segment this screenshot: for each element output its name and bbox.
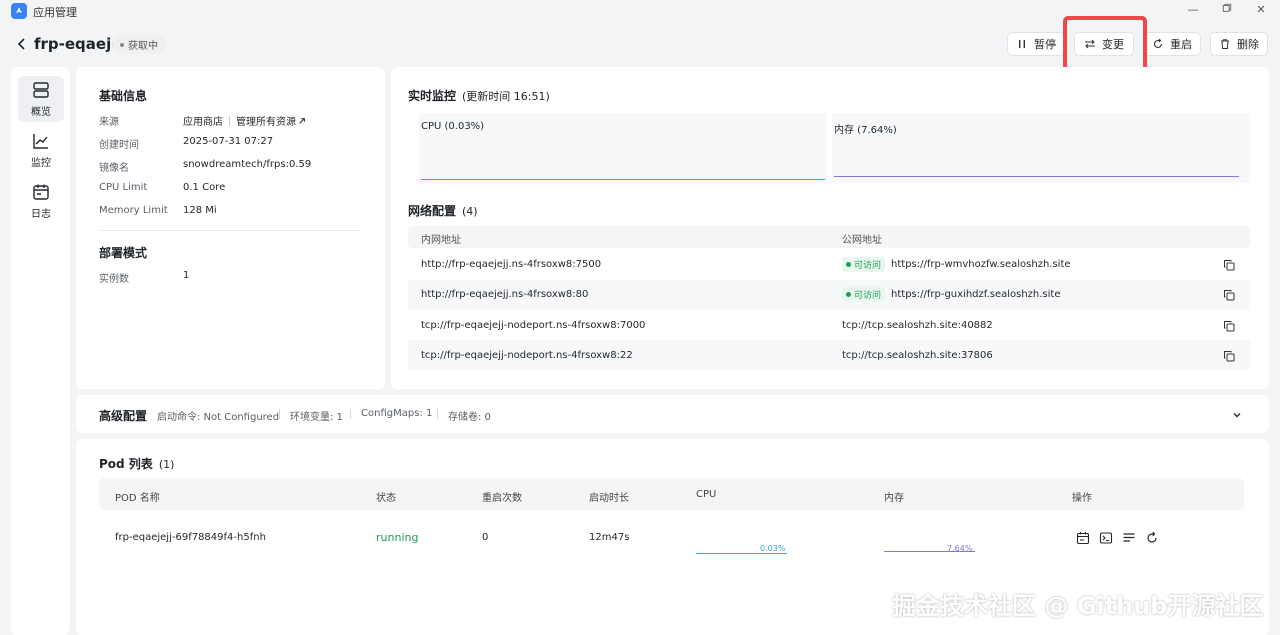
pod-status: running: [376, 531, 419, 544]
cpu-limit-value: 0.1 Core: [183, 182, 226, 193]
status-badge: 获取中: [112, 35, 166, 54]
separator: [350, 409, 351, 419]
col-actions: 操作: [1072, 493, 1092, 504]
internal-address[interactable]: tcp://frp-eqaejejj-nodeport.ns-4frsoxw8:…: [421, 320, 645, 331]
copy-icon[interactable]: [1223, 350, 1235, 362]
pod-restarts: 0: [482, 532, 489, 543]
cpu-limit-label: CPU Limit: [99, 182, 148, 193]
memory-limit-label: Memory Limit: [99, 205, 168, 216]
basic-info-title: 基础信息: [99, 89, 148, 103]
storage-volumes: 存储卷: 0: [448, 412, 491, 423]
back-arrow-icon[interactable]: [14, 36, 30, 52]
close-button[interactable]: ✕: [1253, 3, 1269, 16]
created-label: 创建时间: [99, 140, 139, 151]
minimize-button[interactable]: —: [1185, 3, 1201, 16]
restart-pod-icon[interactable]: [1145, 531, 1159, 545]
col-pod-name: POD 名称: [115, 493, 160, 504]
side-nav: 概览 监控 日志: [11, 67, 70, 635]
created-value: 2025-07-31 07:27: [183, 136, 274, 147]
internal-address[interactable]: tcp://frp-eqaejejj-nodeport.ns-4frsoxw8:…: [421, 350, 633, 361]
log-calendar-icon: [33, 184, 49, 200]
memory-metric-label: 内存 (7.64%): [834, 125, 897, 136]
watermark-text: 掘金技术社区 @ Github开源社区: [892, 592, 1264, 620]
manage-resources-link[interactable]: 管理所有资源: [236, 113, 296, 128]
delete-button[interactable]: 删除: [1210, 32, 1268, 56]
public-address[interactable]: tcp://tcp.sealoshzh.site:40882: [842, 320, 993, 331]
public-address[interactable]: 可访问 https://frp-guxihdzf.sealoshzh.site: [842, 287, 1061, 302]
network-table-header: [408, 226, 1250, 248]
image-value: snowdreamtech/frps:0.59: [183, 159, 312, 170]
trash-icon: [1221, 39, 1229, 49]
pod-memory-sparkline: [884, 551, 975, 552]
col-internal-address: 内网地址: [421, 235, 461, 246]
public-address[interactable]: 可访问 https://frp-wmvhozfw.sealoshzh.site: [842, 257, 1071, 272]
restore-button[interactable]: [1219, 3, 1235, 16]
replicas-label: 实例数: [99, 274, 129, 285]
chevron-down-icon[interactable]: [1232, 410, 1242, 420]
accessible-badge: 可访问: [842, 287, 886, 302]
copy-icon[interactable]: [1223, 289, 1235, 301]
terminal-icon[interactable]: [1099, 531, 1113, 545]
col-memory: 内存: [884, 493, 904, 504]
restart-icon: [1153, 38, 1163, 49]
copy-icon[interactable]: [1223, 259, 1235, 271]
image-label: 镜像名: [99, 163, 129, 174]
copy-icon[interactable]: [1223, 320, 1235, 332]
highlight-box: [1063, 16, 1147, 72]
accessible-badge: 可访问: [842, 257, 886, 272]
source-value: 应用商店 管理所有资源: [183, 113, 306, 128]
app-logo-icon: [11, 3, 27, 19]
pod-cpu-sparkline: [696, 553, 787, 554]
monitor-title: 实时监控 (更新时间 16:51): [408, 89, 550, 103]
col-public-address: 公网地址: [842, 235, 882, 246]
configmaps: ConfigMaps: 1: [361, 408, 433, 419]
pod-uptime: 12m47s: [589, 532, 630, 543]
startup-command: 启动命令: Not Configured: [157, 412, 280, 423]
separator: [437, 409, 438, 419]
advanced-config-title: 高级配置: [99, 409, 148, 423]
pause-button[interactable]: 暂停: [1007, 32, 1065, 56]
deploy-mode-title: 部署模式: [99, 246, 148, 260]
nav-monitor[interactable]: 监控: [18, 127, 64, 173]
nav-logs[interactable]: 日志: [18, 178, 64, 224]
pause-icon: [1019, 40, 1025, 48]
section-divider: [99, 230, 360, 231]
separator: [279, 409, 280, 419]
restart-button[interactable]: 重启: [1143, 32, 1201, 56]
col-uptime: 启动时长: [589, 493, 629, 504]
col-cpu: CPU: [696, 489, 717, 500]
pod-cpu-value: 0.03%: [760, 544, 786, 553]
cpu-metric-label: CPU (0.03%): [421, 121, 485, 132]
public-address[interactable]: tcp://tcp.sealoshzh.site:37806: [842, 350, 993, 361]
pod-name: frp-eqaejejj-69f78849f4-h5fnh: [115, 532, 266, 543]
external-link-icon[interactable]: [298, 117, 306, 125]
memory-limit-value: 128 Mi: [183, 205, 217, 216]
network-title: 网络配置 (4): [408, 204, 478, 218]
source-label: 来源: [99, 117, 119, 128]
nav-overview[interactable]: 概览: [18, 76, 64, 122]
cpu-usage-line: [421, 179, 825, 180]
col-restarts: 重启次数: [482, 493, 522, 504]
overview-icon: [33, 81, 49, 98]
replicas-value: 1: [183, 270, 190, 281]
pod-list-title: Pod 列表 (1): [99, 457, 175, 471]
pod-logs-icon[interactable]: [1076, 531, 1090, 545]
internal-address[interactable]: http://frp-eqaejejj.ns-4frsoxw8:7500: [421, 259, 601, 270]
internal-address[interactable]: http://frp-eqaejejj.ns-4frsoxw8:80: [421, 289, 588, 300]
monitor-chart-icon: [33, 133, 48, 149]
details-list-icon[interactable]: [1122, 531, 1136, 545]
memory-usage-line: [834, 176, 1239, 177]
env-vars: 环境变量: 1: [290, 412, 343, 423]
window-title: 应用管理: [33, 6, 77, 19]
col-status: 状态: [376, 493, 396, 504]
